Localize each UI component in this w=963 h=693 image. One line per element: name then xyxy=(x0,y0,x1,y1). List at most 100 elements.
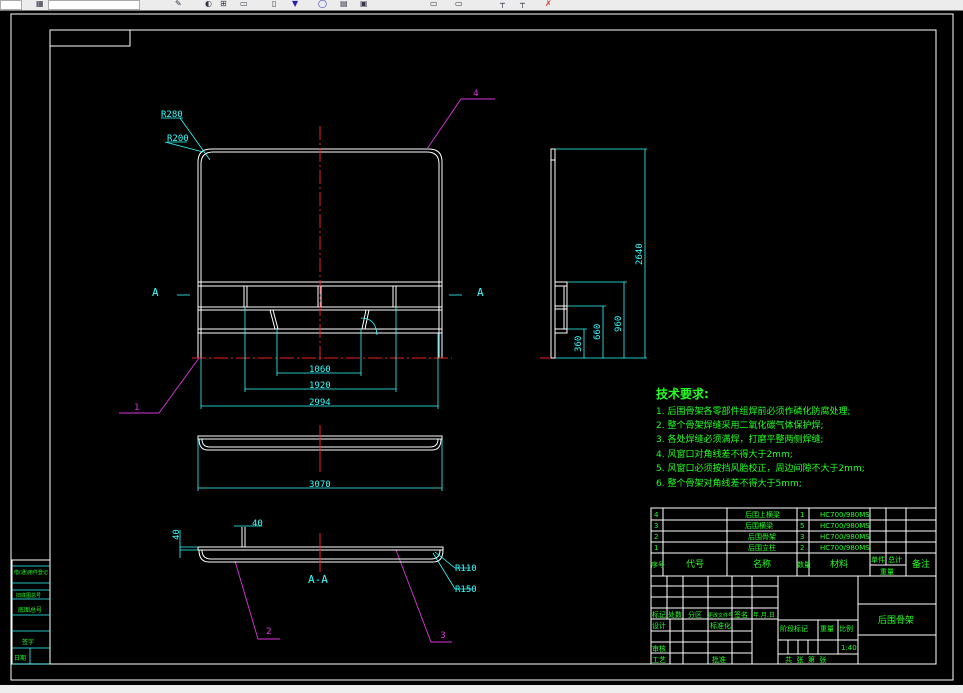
dim-2994: 2994 xyxy=(309,398,331,408)
header-weight: 重量 xyxy=(880,568,894,576)
layer-prev-icon[interactable]: ⊞ xyxy=(220,0,227,8)
outer-border xyxy=(10,13,954,681)
bom-no: 1 xyxy=(654,544,658,552)
header-remark: 备注 xyxy=(912,558,930,570)
header-qty: 数量 xyxy=(797,560,811,569)
bom-material: HC700/980MS xyxy=(820,522,870,530)
erase-icon[interactable]: ✗ xyxy=(545,0,552,8)
tech-item: 4. 风窗口对角线差不得大于2mm; xyxy=(656,448,793,460)
header-name: 名称 xyxy=(753,558,771,570)
strip-label: 借(通)用件登记 xyxy=(14,569,48,576)
dim-360: 360 xyxy=(574,336,584,352)
tech-item: 3. 各处焊缝必须满焊，打磨平整两侧焊缝; xyxy=(656,433,823,445)
balloon-3: 3 xyxy=(440,631,446,641)
zoom-window-icon[interactable]: ▯ xyxy=(272,0,276,8)
tech-item: 6. 整个骨架对角线差不得大于5mm; xyxy=(656,477,802,489)
header-no: 序号 xyxy=(651,560,665,569)
leader-4 xyxy=(426,98,495,150)
scale-label: 比例 xyxy=(839,624,853,633)
tech-item: 2. 整个骨架焊缝采用二氧化碳气体保护焊; xyxy=(656,419,823,431)
drawing-title: 后围骨架 xyxy=(878,615,914,626)
bom-row: 2 后围骨架 3 HC700/980MS xyxy=(654,532,870,541)
strip-label: 签字 xyxy=(22,638,34,646)
tech-item: 1. 后围骨架各零部件组焊前必须作磷化防腐处理; xyxy=(656,405,850,417)
rev-header: 标记 xyxy=(652,610,666,619)
header-unit: 单件 xyxy=(871,555,885,564)
radius-r280-label: R280 xyxy=(161,110,183,120)
dim-660: 660 xyxy=(593,324,603,340)
bom-material: HC700/980MS xyxy=(820,544,870,552)
weight-label: 重量 xyxy=(820,625,834,633)
strip-label: 日期 xyxy=(14,654,26,662)
dim-40-horizontal: 40 xyxy=(252,519,263,529)
dim-2640: 2640 xyxy=(635,243,645,265)
tech-title: 技术要求: xyxy=(656,386,709,401)
line2-icon[interactable]: ┬ xyxy=(520,0,525,8)
zoom-extents-icon[interactable]: ▤ xyxy=(340,0,348,8)
line-icon[interactable]: ┬ xyxy=(500,0,505,8)
header-material: 材料 xyxy=(830,558,848,570)
section-mark-right: A xyxy=(477,286,484,299)
pan-icon[interactable]: ▭ xyxy=(240,0,248,8)
sheets-label: 共 张 第 张 xyxy=(785,655,826,664)
header-total: 总计 xyxy=(888,555,902,564)
process-label: 工艺 xyxy=(652,656,666,664)
properties-icon[interactable]: ✎ xyxy=(175,0,182,8)
design-center-icon[interactable]: ▣ xyxy=(360,0,368,8)
leader-1 xyxy=(119,357,200,414)
bom-row: 4 后围上横梁 1 HC700/980MS xyxy=(654,510,870,519)
corner-box xyxy=(49,29,131,47)
bom-row: 1 后围立柱 2 HC700/980MS xyxy=(654,543,870,552)
bom-material: HC700/980MS xyxy=(820,533,870,541)
balloon-4: 4 xyxy=(473,89,479,99)
bom-name: 后围立柱 xyxy=(748,543,776,552)
bom-qty: 2 xyxy=(800,544,804,552)
radius-r150-label: R150 xyxy=(455,585,477,595)
balloon-2: 2 xyxy=(266,627,272,637)
rev-header: 年.月.日 xyxy=(753,611,775,619)
bom-no: 2 xyxy=(654,533,658,541)
dim-1920: 1920 xyxy=(309,381,331,391)
tech-requirements: 技术要求: 1. 后围骨架各零部件组焊前必须作磷化防腐处理; 2. 整个骨架焊缝… xyxy=(656,386,865,489)
leader-3 xyxy=(395,549,452,643)
dim-40-vertical: 40 xyxy=(172,529,182,540)
bom-name: 后围横梁 xyxy=(745,521,773,530)
rev-header: 处数 xyxy=(668,610,682,619)
combo-box[interactable] xyxy=(0,0,22,10)
zoom-icon[interactable]: ▼ xyxy=(292,0,298,8)
rev-header: 更改文件号 xyxy=(708,612,733,619)
layer-dropdown[interactable] xyxy=(48,0,140,10)
status-bar xyxy=(0,685,963,693)
standard-label: 标准化 xyxy=(710,621,731,630)
strip-label: 旧底图总号 xyxy=(16,592,41,599)
zoom-prev-icon[interactable]: ◯ xyxy=(318,0,327,8)
radius-r110-label: R110 xyxy=(455,564,477,574)
radius-r200-label: R200 xyxy=(167,134,189,144)
bom-material: HC700/980MS xyxy=(820,511,870,519)
dim-960: 960 xyxy=(614,316,624,332)
bom-qty: 3 xyxy=(800,533,804,541)
rectangle2-icon[interactable]: ▭ xyxy=(455,0,463,8)
rectangle-icon[interactable]: ▭ xyxy=(430,0,438,8)
match-icon[interactable]: ◐ xyxy=(205,0,212,8)
bom-row: 3 后围横梁 5 HC700/980MS xyxy=(654,521,870,530)
bom-qty: 1 xyxy=(800,511,804,519)
approve-label: 批准 xyxy=(712,655,726,664)
header-code: 代号 xyxy=(686,559,704,570)
check-label: 审核 xyxy=(652,644,666,653)
bom-no: 4 xyxy=(654,511,659,519)
drawing-canvas[interactable]: R280 R200 A A 1060 1920 2994 1 2 3 4 264… xyxy=(0,10,963,685)
bom-no: 3 xyxy=(654,522,658,530)
dim-1060: 1060 xyxy=(309,365,331,375)
leader-2 xyxy=(234,560,280,640)
rev-header: 分区 xyxy=(688,610,702,619)
layer-icon[interactable]: ▦ xyxy=(36,0,44,8)
bom-name: 后围骨架 xyxy=(748,532,776,541)
section-mark-left: A xyxy=(152,286,159,299)
scale-value: 1:40 xyxy=(841,644,857,652)
dim-3070: 3070 xyxy=(309,480,331,490)
bom-name: 后围上横梁 xyxy=(745,510,780,519)
tech-item: 5. 风窗口必须按挡风胎校正，周边间隙不大于2mm; xyxy=(656,462,865,474)
bom-qty: 5 xyxy=(800,522,804,530)
stage-label: 阶段标记 xyxy=(780,624,808,633)
